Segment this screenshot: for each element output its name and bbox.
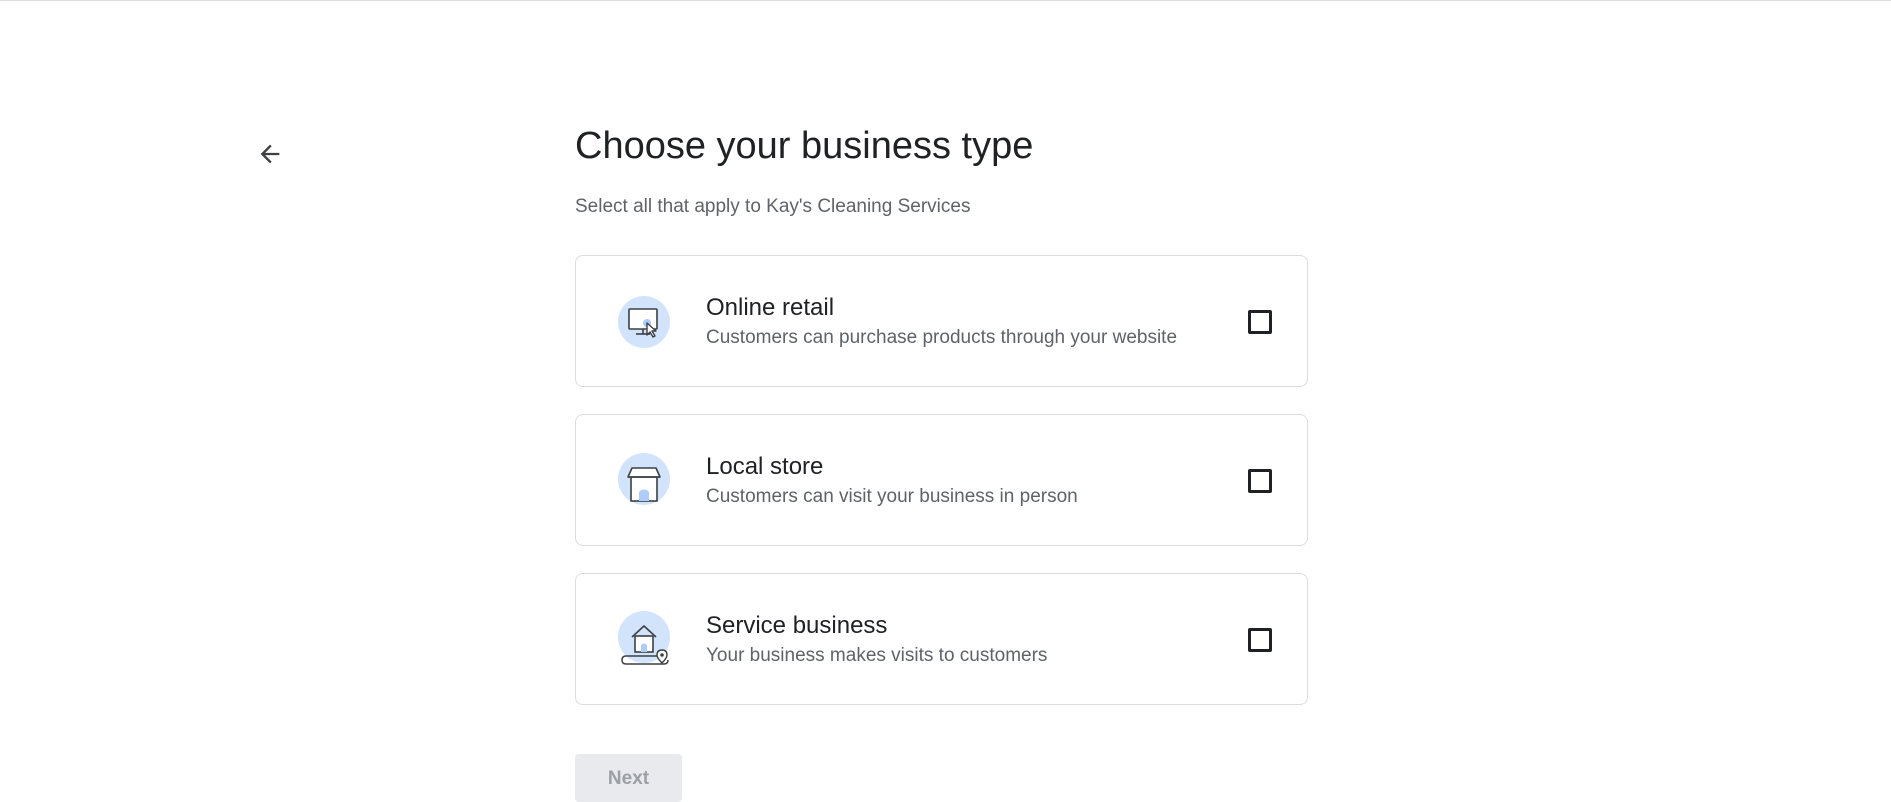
business-type-options: Online retail Customers can purchase pro… [575,255,1308,705]
arrow-back-icon [260,144,280,164]
option-text: Online retail Customers can purchase pro… [706,293,1177,351]
top-divider [0,0,1891,1]
page-title: Choose your business type [575,125,1034,167]
option-description: Your business makes visits to customers [706,645,1048,666]
monitor-cursor-icon [614,292,674,352]
option-title: Local store [706,453,824,480]
storefront-icon [614,451,674,511]
option-online-retail[interactable]: Online retail Customers can purchase pro… [575,255,1308,387]
house-location-icon [614,610,674,670]
service-business-checkbox[interactable] [1248,628,1272,652]
online-retail-checkbox[interactable] [1248,310,1272,334]
next-button[interactable]: Next [575,754,682,802]
option-description: Customers can purchase products through … [706,327,1178,348]
option-service-business[interactable]: Service business Your business makes vis… [575,573,1308,705]
back-button[interactable] [250,136,290,172]
main-content: Choose your business type Select all tha… [575,120,1308,705]
option-text: Service business Your business makes vis… [706,611,1047,669]
option-title: Service business [706,612,888,639]
option-title: Online retail [706,294,835,321]
option-text: Local store Customers can visit your bus… [706,452,1078,510]
local-store-checkbox[interactable] [1248,469,1272,493]
option-local-store[interactable]: Local store Customers can visit your bus… [575,414,1308,546]
page-subtitle: Select all that apply to Kay's Cleaning … [575,196,971,217]
option-description: Customers can visit your business in per… [706,486,1078,507]
